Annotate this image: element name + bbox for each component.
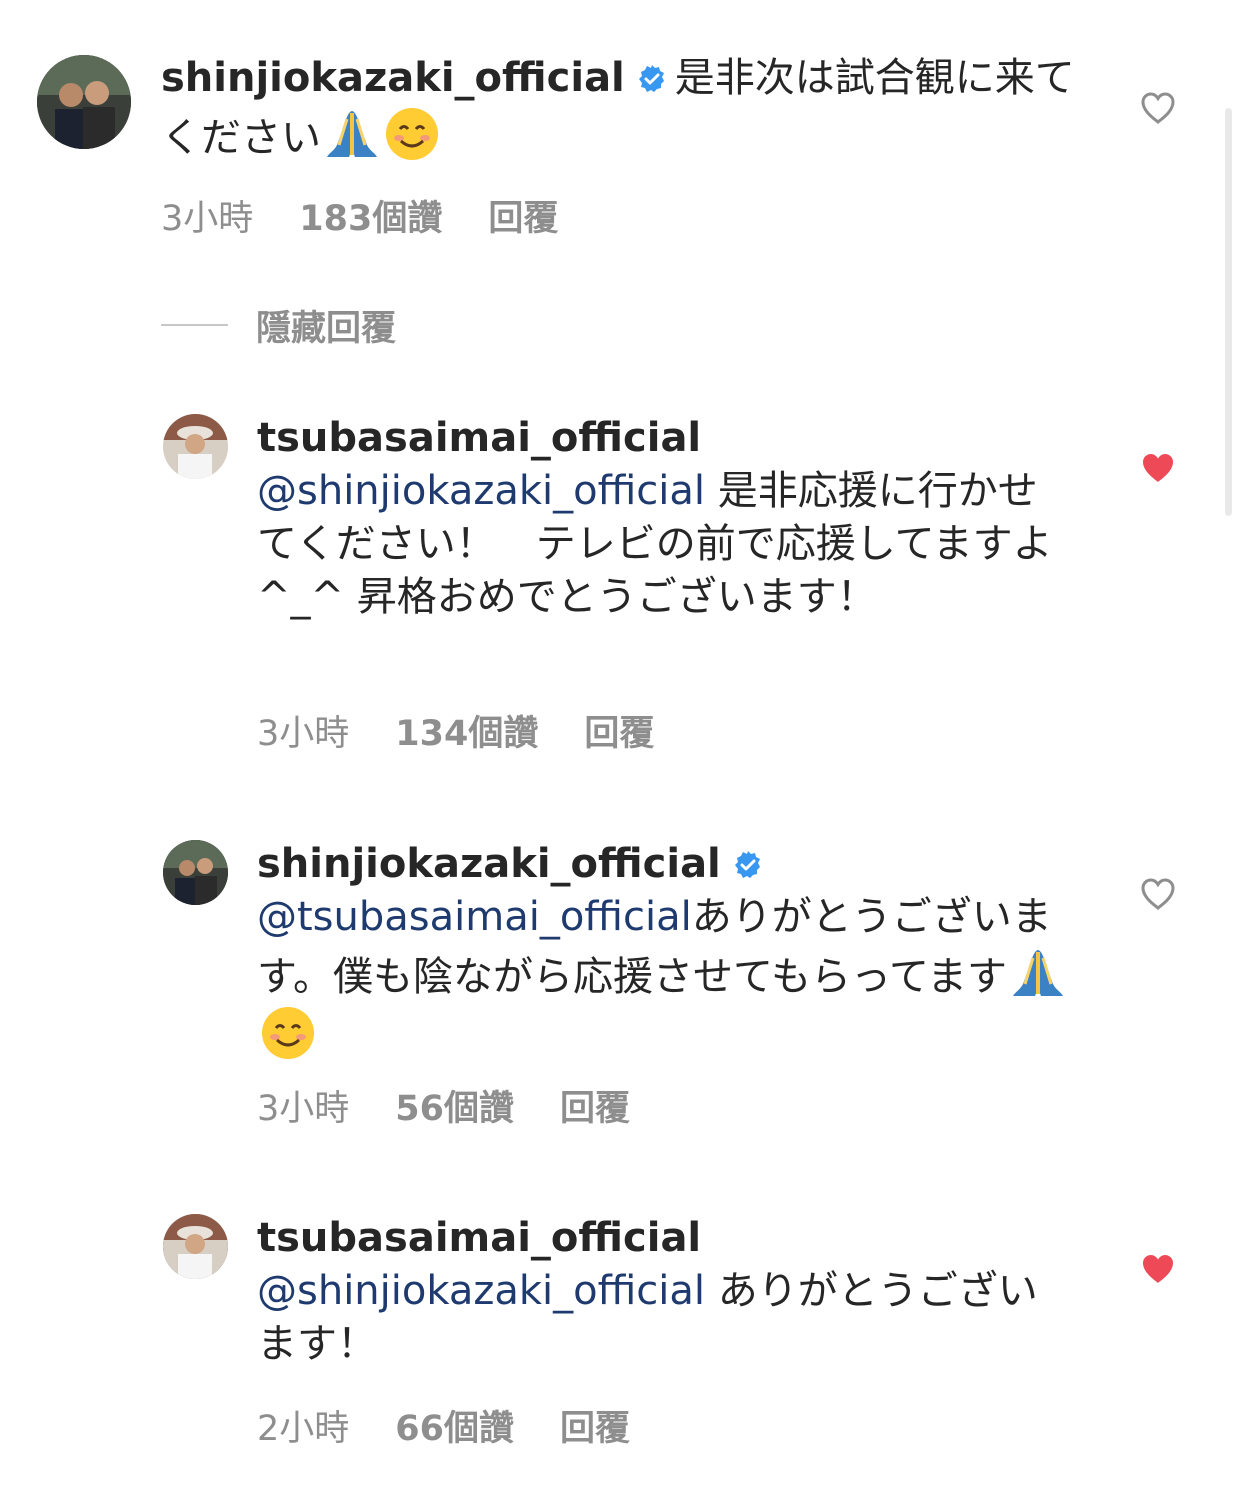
reply-button[interactable]: 回覆 (488, 199, 558, 239)
smiling-face-emoji-icon (383, 105, 441, 163)
comment-meta: 2小時 66個讚 回覆 (257, 1400, 676, 1451)
avatar[interactable] (163, 1214, 228, 1279)
reply-button[interactable]: 回覆 (584, 714, 654, 754)
comment-mention-link[interactable]: @shinjiokazaki_official (257, 468, 705, 514)
smiling-face-emoji-icon (259, 1004, 317, 1062)
comment-likes[interactable]: 183個讚 (299, 199, 442, 239)
folded-hands-emoji-icon (1009, 944, 1067, 1002)
like-heart-outline-icon[interactable] (1140, 91, 1176, 125)
comment-likes[interactable]: 66個讚 (395, 1409, 514, 1449)
avatar[interactable] (163, 840, 228, 905)
verified-badge-icon (637, 55, 667, 92)
hide-replies-label[interactable]: 隱藏回覆 (256, 300, 396, 351)
avatar[interactable] (163, 414, 228, 479)
comment-likes[interactable]: 56個讚 (395, 1089, 514, 1129)
comment-meta: 3小時 56個讚 回覆 (257, 1080, 676, 1131)
comment-time: 3小時 (161, 199, 254, 239)
like-heart-filled-icon[interactable] (1140, 1252, 1176, 1286)
comment-username[interactable]: shinjiokazaki_official (257, 841, 721, 887)
comment-time: 3小時 (257, 714, 350, 754)
comment-username[interactable]: tsubasaimai_official (257, 1212, 1077, 1265)
scrollbar[interactable] (1225, 108, 1232, 516)
comment-time: 2小時 (257, 1409, 350, 1449)
hide-replies-toggle[interactable]: 隱藏回覆 (161, 300, 396, 350)
comment-time: 3小時 (257, 1089, 350, 1129)
like-heart-filled-icon[interactable] (1140, 451, 1176, 485)
comment-likes[interactable]: 134個讚 (395, 714, 538, 754)
verified-badge-icon (733, 841, 763, 878)
comment-username[interactable]: tsubasaimai_official (257, 412, 1077, 465)
comment-mention-link[interactable]: @shinjiokazaki_official (257, 1268, 705, 1314)
reply-button[interactable]: 回覆 (560, 1089, 630, 1129)
comment-meta: 3小時 134個讚 回覆 (257, 705, 700, 756)
divider-line (161, 324, 228, 326)
like-heart-outline-icon[interactable] (1140, 877, 1176, 911)
folded-hands-emoji-icon (323, 105, 381, 163)
comment-mention-link[interactable]: @tsubasaimai_official (257, 894, 692, 940)
avatar[interactable] (37, 55, 131, 149)
reply-button[interactable]: 回覆 (560, 1409, 630, 1449)
comment-username[interactable]: shinjiokazaki_official (161, 55, 625, 101)
comment-meta: 3小時 183個讚 回覆 (161, 190, 604, 241)
